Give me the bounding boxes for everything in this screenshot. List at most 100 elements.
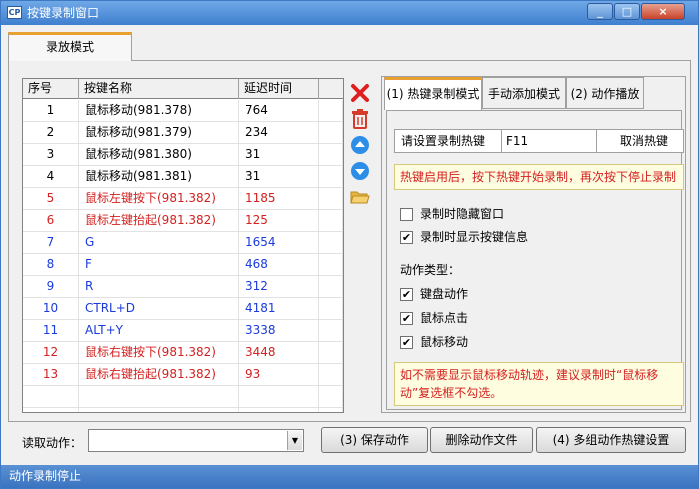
- cell-spacer: [319, 298, 343, 320]
- cell-key-name: 鼠标移动(981.379): [79, 122, 239, 144]
- table-row[interactable]: 4 鼠标移动(981.381) 31: [23, 166, 343, 188]
- hotkey-input[interactable]: F11: [501, 130, 597, 152]
- column-header-key-name[interactable]: 按键名称: [79, 79, 239, 99]
- keyboard-action-checkbox[interactable]: ✔: [400, 288, 413, 301]
- hotkey-hint: 热键启用后，按下热键开始录制，再次按下停止录制: [394, 164, 684, 190]
- cell-key-name: 鼠标右键按下(981.382): [79, 342, 239, 364]
- table-row[interactable]: 3 鼠标移动(981.380) 31: [23, 144, 343, 166]
- hotkey-label: 请设置录制热键: [401, 134, 486, 148]
- mode-panel: (1) 热键录制模式 手动添加模式 (2) 动作播放 请设置录制热键 F11 取…: [381, 76, 686, 413]
- action-type-label: 动作类型：: [400, 263, 461, 277]
- column-header-delay[interactable]: 延迟时间: [239, 79, 319, 99]
- table-row[interactable]: 8 F 468: [23, 254, 343, 276]
- open-folder-icon[interactable]: [349, 186, 371, 208]
- cancel-hotkey-button[interactable]: 取消热键: [605, 130, 683, 152]
- mouse-move-label: 鼠标移动: [420, 335, 469, 349]
- cell-delay: 1654: [239, 232, 319, 254]
- title-bar: CP 按键录制窗口 _ □ ×: [1, 1, 698, 25]
- cell-delay: 3448: [239, 342, 319, 364]
- cell-key-name: [79, 386, 239, 408]
- tab-playback-mode[interactable]: 录放模式: [8, 32, 132, 61]
- table-row[interactable]: 1 鼠标移动(981.378) 764: [23, 100, 343, 122]
- cell-delay: 468: [239, 254, 319, 276]
- window-title: 按键录制窗口: [27, 6, 100, 20]
- cell-delay: 1185: [239, 188, 319, 210]
- cell-index: 6: [23, 210, 79, 232]
- cell-delay: 234: [239, 122, 319, 144]
- close-button[interactable]: ×: [641, 3, 685, 20]
- cell-key-name: CTRL+D: [79, 298, 239, 320]
- cell-delay: 125: [239, 210, 319, 232]
- cell-index: 12: [23, 342, 79, 364]
- cell-index: 1: [23, 100, 79, 122]
- app-icon: CP: [7, 6, 22, 19]
- table-row[interactable]: 12 鼠标右键按下(981.382) 3448: [23, 342, 343, 364]
- cell-spacer: [319, 342, 343, 364]
- save-action-button[interactable]: (3) 保存动作: [321, 427, 428, 453]
- maximize-button[interactable]: □: [614, 3, 640, 20]
- cell-index: 3: [23, 144, 79, 166]
- cell-index: 13: [23, 364, 79, 386]
- hotkey-record-page: 请设置录制热键 F11 取消热键 热键启用后，按下热键开始录制，再次按下停止录制…: [386, 110, 684, 410]
- table-row[interactable]: 9 R 312: [23, 276, 343, 298]
- row-action-toolbar: [346, 78, 374, 413]
- table-row[interactable]: 6 鼠标左键抬起(981.382) 125: [23, 210, 343, 232]
- cell-delay: 312: [239, 276, 319, 298]
- keyboard-action-label: 键盘动作: [420, 287, 469, 301]
- move-down-icon[interactable]: [349, 160, 371, 182]
- cell-index: 2: [23, 122, 79, 144]
- delete-action-file-button[interactable]: 删除动作文件: [430, 427, 533, 453]
- tab-hotkey-record-mode[interactable]: (1) 热键录制模式: [384, 77, 482, 110]
- delete-icon[interactable]: [349, 82, 371, 104]
- cell-delay: 4181: [239, 298, 319, 320]
- minimize-button[interactable]: _: [587, 3, 613, 20]
- mouse-click-checkbox[interactable]: ✔: [400, 312, 413, 325]
- chevron-down-icon[interactable]: ▼: [287, 431, 302, 450]
- cell-spacer: [319, 276, 343, 298]
- cell-spacer: [319, 232, 343, 254]
- hide-window-checkbox[interactable]: [400, 208, 413, 221]
- table-row-empty[interactable]: [23, 408, 343, 412]
- table-row[interactable]: 13 鼠标右键抬起(981.382) 93: [23, 364, 343, 386]
- cell-index: 5: [23, 188, 79, 210]
- table-row[interactable]: 2 鼠标移动(981.379) 234: [23, 122, 343, 144]
- table-row-empty[interactable]: [23, 386, 343, 408]
- table-row[interactable]: 7 G 1654: [23, 232, 343, 254]
- cell-key-name: 鼠标左键抬起(981.382): [79, 210, 239, 232]
- column-header-index[interactable]: 序号: [23, 79, 79, 99]
- tab-manual-add-mode[interactable]: 手动添加模式: [482, 77, 566, 109]
- table-row[interactable]: 11 ALT+Y 3338: [23, 320, 343, 342]
- cell-key-name: 鼠标左键按下(981.382): [79, 188, 239, 210]
- show-key-info-checkbox[interactable]: ✔: [400, 231, 413, 244]
- cell-key-name: 鼠标移动(981.378): [79, 100, 239, 122]
- tab-action-playback[interactable]: (2) 动作播放: [566, 77, 644, 109]
- cell-spacer: [319, 254, 343, 276]
- multi-hotkey-settings-button[interactable]: (4) 多组动作热键设置: [536, 427, 686, 453]
- cell-spacer: [319, 320, 343, 342]
- trash-icon[interactable]: [349, 108, 371, 130]
- main-window: CP 按键录制窗口 _ □ × 录放模式 序号 按键名称 延迟时间 1 鼠标移动(…: [0, 0, 699, 489]
- cell-spacer: [319, 386, 343, 408]
- cell-index: [23, 408, 79, 412]
- hide-window-label: 录制时隐藏窗口: [420, 207, 505, 221]
- cell-index: 10: [23, 298, 79, 320]
- cell-delay: 3338: [239, 320, 319, 342]
- action-table[interactable]: 序号 按键名称 延迟时间 1 鼠标移动(981.378) 764 2 鼠标移动(981.…: [22, 78, 344, 413]
- cell-spacer: [319, 364, 343, 386]
- cell-index: 9: [23, 276, 79, 298]
- table-row[interactable]: 5 鼠标左键按下(981.382) 1185: [23, 188, 343, 210]
- table-row[interactable]: 10 CTRL+D 4181: [23, 298, 343, 320]
- status-bar: 动作录制停止: [1, 465, 698, 488]
- cell-spacer: [319, 100, 343, 122]
- cell-key-name: 鼠标右键抬起(981.382): [79, 364, 239, 386]
- mouse-move-hint: 如不需要显示鼠标移动轨迹，建议录制时“鼠标移动”复选框不勾选。: [394, 362, 684, 406]
- cell-delay: [239, 386, 319, 408]
- move-up-icon[interactable]: [349, 134, 371, 156]
- cell-spacer: [319, 408, 343, 412]
- cell-index: 8: [23, 254, 79, 276]
- cell-index: 4: [23, 166, 79, 188]
- mouse-move-checkbox[interactable]: ✔: [400, 336, 413, 349]
- cell-delay: 93: [239, 364, 319, 386]
- read-action-select[interactable]: ▼: [88, 429, 304, 452]
- cell-delay: 31: [239, 166, 319, 188]
